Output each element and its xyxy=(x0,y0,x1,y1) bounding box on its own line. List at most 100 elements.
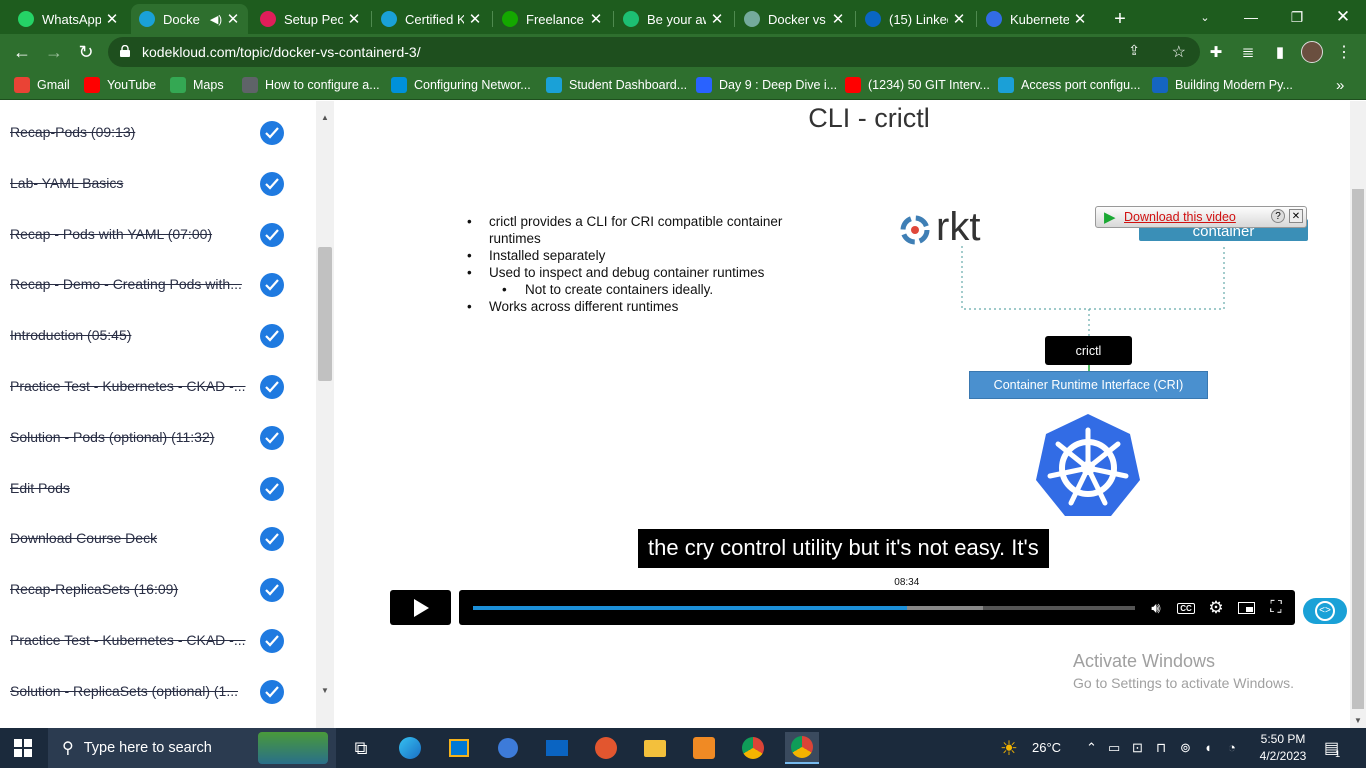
captions-icon[interactable]: CC xyxy=(1175,597,1197,619)
close-download-icon[interactable]: ✕ xyxy=(1289,209,1303,223)
lesson-item[interactable]: Solution - ReplicaSets (optional) (1... xyxy=(0,667,300,717)
lesson-item[interactable]: Lab- YAML Basics xyxy=(0,159,300,209)
wifi-icon[interactable]: ◔ xyxy=(1228,740,1236,755)
lesson-item[interactable]: Solution - Pods (optional) (11:32) xyxy=(0,413,300,463)
browser-tab[interactable]: WhatsApp ✕ xyxy=(10,4,127,34)
lesson-title[interactable]: Introduction (05:45) xyxy=(10,327,250,343)
browser-tab[interactable]: Docker vs ✕ xyxy=(736,4,853,34)
address-bar[interactable]: kodekloud.com/topic/docker-vs-containerd… xyxy=(108,37,1200,67)
browser-tab[interactable]: Be your aw ✕ xyxy=(615,4,732,34)
tab-close-icon[interactable]: ✕ xyxy=(226,10,240,28)
bookmark-item[interactable]: Maps xyxy=(170,76,224,94)
tab-close-icon[interactable]: ✕ xyxy=(347,10,361,28)
sidebar-scrollbar[interactable] xyxy=(316,101,334,728)
tab-search-icon[interactable]: ⌄ xyxy=(1182,0,1228,34)
edge-icon[interactable] xyxy=(393,732,427,764)
restore-button[interactable]: ❐ xyxy=(1274,0,1320,34)
tab-close-icon[interactable]: ✕ xyxy=(952,10,966,28)
play-button[interactable] xyxy=(390,590,451,625)
chrome-icon[interactable] xyxy=(736,732,770,764)
network-icon[interactable]: ⊡ xyxy=(1132,740,1143,756)
toolbox-app-icon[interactable] xyxy=(687,732,721,764)
lesson-title[interactable]: Practice Test - Kubernetes - CKAD -... xyxy=(10,378,250,394)
battery-icon[interactable]: ▭ xyxy=(1108,740,1120,756)
share-icon[interactable]: ⇪ xyxy=(1128,42,1140,59)
app-icon[interactable] xyxy=(491,732,525,764)
bookmark-item[interactable]: Building Modern Py... xyxy=(1152,76,1293,94)
chrome-active-icon[interactable] xyxy=(785,732,819,764)
bookmark-item[interactable]: (1234) 50 GIT Interv... xyxy=(845,76,990,94)
browser-tab[interactable]: Docke ◀) ✕ xyxy=(131,4,248,34)
bookmark-item[interactable]: Access port configu... xyxy=(998,76,1141,94)
lesson-title[interactable]: Recap-ReplicaSets (16:09) xyxy=(10,581,250,597)
chat-widget-button[interactable]: <> xyxy=(1303,598,1347,624)
forward-button[interactable]: → xyxy=(40,38,68,66)
file-explorer-icon[interactable] xyxy=(638,732,672,764)
clock[interactable]: 5:50 PM 4/2/2023 xyxy=(1256,732,1310,763)
lesson-title[interactable]: Lab- YAML Basics xyxy=(10,175,250,191)
bookmark-item[interactable]: Configuring Networ... xyxy=(391,76,531,94)
browser-tab[interactable]: Setup Peop✕ xyxy=(252,4,369,34)
side-panel-icon[interactable]: ▮ xyxy=(1268,40,1292,64)
bookmark-item[interactable]: YouTube xyxy=(84,76,156,94)
lesson-item[interactable]: Download Course Deck xyxy=(0,514,300,564)
scroll-down-arrow[interactable]: ▼ xyxy=(321,686,329,695)
reload-button[interactable]: ↻ xyxy=(72,38,100,66)
tab-close-icon[interactable]: ✕ xyxy=(1073,10,1087,28)
lesson-title[interactable]: Solution - ReplicaSets (optional) (1... xyxy=(10,683,250,699)
lesson-title[interactable]: Recap - Pods with YAML (07:00) xyxy=(10,226,250,242)
browser-tab[interactable]: Certified K ✕ xyxy=(373,4,490,34)
browser-tab[interactable]: Freelance ✕ xyxy=(494,4,611,34)
tab-close-icon[interactable]: ✕ xyxy=(710,10,724,28)
extensions-icon[interactable]: ✚ xyxy=(1204,40,1228,64)
fullscreen-icon[interactable]: ⛶ xyxy=(1265,597,1287,619)
download-video-link[interactable]: Download this video xyxy=(1124,210,1236,224)
scroll-up-arrow[interactable]: ▲ xyxy=(321,113,329,122)
browser-tab[interactable]: Kubernete ✕ xyxy=(978,4,1095,34)
speaker-icon[interactable]: ◖ xyxy=(1204,740,1212,755)
lesson-title[interactable]: Solution - Pods (optional) (11:32) xyxy=(10,429,250,445)
windows-start-icon[interactable] xyxy=(6,732,40,764)
mail-icon[interactable] xyxy=(540,732,574,764)
bookmark-item[interactable]: Student Dashboard... xyxy=(546,76,687,94)
lesson-item[interactable]: Recap - Demo - Creating Pods with... xyxy=(0,260,300,310)
lesson-item[interactable]: Recap-Pods (09:13) xyxy=(0,108,300,158)
help-icon[interactable]: ? xyxy=(1271,209,1285,223)
profile-avatar[interactable] xyxy=(1300,40,1324,64)
device-icon[interactable]: ⊓ xyxy=(1156,740,1166,756)
menu-icon[interactable]: ⋮ xyxy=(1332,40,1356,64)
tab-close-icon[interactable]: ✕ xyxy=(468,10,482,28)
media-control-icon[interactable]: ≣ xyxy=(1236,40,1260,64)
temperature-text[interactable]: 26°C xyxy=(1032,740,1061,755)
sidebar-scroll-thumb[interactable] xyxy=(318,247,332,381)
page-scroll-thumb[interactable] xyxy=(1352,189,1364,709)
bookmark-item[interactable]: Gmail xyxy=(14,76,70,94)
tab-audio-icon[interactable]: ◀) xyxy=(210,13,222,26)
bookmark-item[interactable]: How to configure a... xyxy=(242,76,380,94)
tray-chevron-icon[interactable]: ⌃ xyxy=(1086,740,1097,756)
picture-in-picture-icon[interactable] xyxy=(1235,597,1257,619)
new-tab-button[interactable]: + xyxy=(1108,4,1132,34)
page-scroll-down-arrow[interactable]: ▼ xyxy=(1354,716,1362,725)
notification-icon[interactable]: ▤1 xyxy=(1324,738,1344,759)
volume-icon[interactable]: 🔊︎ xyxy=(1145,597,1167,619)
lesson-title[interactable]: Edit Pods xyxy=(10,480,250,496)
minimize-button[interactable]: — xyxy=(1228,0,1274,34)
taskbar-search[interactable]: ⚲ Type here to search xyxy=(48,728,336,768)
download-video-bar[interactable]: ▶ Download this video ? ✕ xyxy=(1095,206,1307,228)
tab-close-icon[interactable]: ✕ xyxy=(589,10,603,28)
camera-icon[interactable]: ⊚ xyxy=(1180,740,1191,756)
lesson-title[interactable]: Download Course Deck xyxy=(10,530,250,546)
settings-gear-icon[interactable]: ⚙ xyxy=(1205,597,1227,619)
lesson-item[interactable]: Practice Test - Kubernetes - CKAD -... xyxy=(0,616,300,666)
lesson-title[interactable]: Recap-Pods (09:13) xyxy=(10,124,250,140)
store-icon[interactable] xyxy=(442,732,476,764)
lesson-item[interactable]: Recap-ReplicaSets (16:09) xyxy=(0,565,300,615)
bookmark-item[interactable]: Day 9 : Deep Dive i... xyxy=(696,76,837,94)
close-window-button[interactable]: ✕ xyxy=(1320,0,1366,34)
lesson-title[interactable]: Practice Test - Kubernetes - CKAD -... xyxy=(10,632,250,648)
more-bookmarks-icon[interactable]: » xyxy=(1336,76,1344,94)
lesson-item[interactable]: Recap - Pods with YAML (07:00) xyxy=(0,210,300,260)
browser-tab[interactable]: (15) Linked ✕ xyxy=(857,4,974,34)
tab-close-icon[interactable]: ✕ xyxy=(105,10,119,28)
